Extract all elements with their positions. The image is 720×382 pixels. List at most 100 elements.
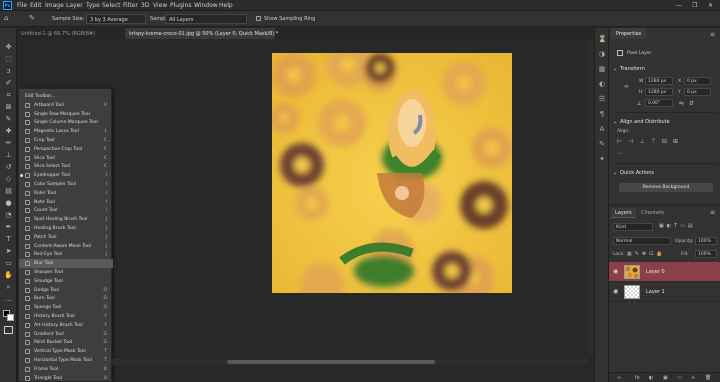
flyout-item[interactable]: Slice Tool C [19, 154, 113, 163]
menu-select[interactable]: Select [102, 2, 121, 9]
menu-image[interactable]: Image [45, 2, 64, 9]
flyout-item[interactable]: Triangle Tool U [19, 374, 113, 382]
flyout-item[interactable]: Vertical Type Mask Tool T [19, 347, 113, 356]
link-layers-icon[interactable]: ∞ [617, 375, 621, 381]
brush-icon[interactable]: ✏ [4, 139, 13, 148]
layer-row-layer-1[interactable]: ◉ Layer 1 [609, 282, 720, 302]
quick-select-icon[interactable]: ✐ [4, 79, 13, 88]
flyout-item[interactable]: Paint Bucket Tool G [19, 338, 113, 347]
layer-mask-icon[interactable]: ▣ [663, 375, 668, 381]
eraser-icon[interactable]: ◇ [4, 175, 13, 184]
flyout-item[interactable]: Slice Select Tool C [19, 162, 113, 171]
quick-actions-toggle-icon[interactable]: ⌄ [613, 170, 617, 176]
menu-help[interactable]: Help [219, 2, 233, 9]
layer-row-layer-0[interactable]: ◉ Layer 0 [609, 262, 720, 282]
color-panel-icon[interactable]: ◑ [598, 50, 606, 58]
stamp-icon[interactable]: ⊥ [4, 151, 13, 160]
flyout-item[interactable]: Single Column Marquee Tool [19, 118, 113, 127]
frame-icon[interactable]: ⊠ [4, 103, 13, 112]
new-group-icon[interactable]: ▭ [677, 375, 682, 381]
document-canvas[interactable] [272, 53, 512, 293]
menu-window[interactable]: Window [194, 2, 218, 9]
layer-name[interactable]: Layer 1 [646, 289, 665, 295]
crop-icon[interactable]: ⌗ [4, 91, 13, 100]
type-icon[interactable]: T [4, 235, 13, 244]
angle-field[interactable]: 0.00° [645, 99, 673, 107]
new-layer-icon[interactable]: + [691, 375, 695, 381]
flyout-item[interactable]: Sponge Tool O [19, 303, 113, 312]
hand-icon[interactable]: ✋ [4, 271, 13, 280]
height-field[interactable]: 1280 px [645, 88, 673, 96]
flyout-item[interactable]: Horizontal Type Mask Tool T [19, 356, 113, 365]
brush-settings-icon[interactable]: ✎ [598, 140, 606, 148]
opacity-field[interactable]: 100% [695, 237, 717, 245]
maximize-icon[interactable]: ❐ [692, 2, 697, 9]
flyout-item[interactable]: Frame Tool K [19, 365, 113, 374]
link-dimensions-icon[interactable]: ∞ [624, 83, 629, 90]
history-panel-icon[interactable]: ⌛ [598, 35, 607, 43]
align-buttons[interactable]: ⊢⊣⊥⊤⊟⊞ [617, 138, 684, 145]
tab-untitled-1[interactable]: Untitled-1 @ 66.7% (RGB/8#) [17, 28, 125, 39]
layer-filter-kind-select[interactable]: Kind [613, 223, 653, 231]
menu-edit[interactable]: Edit [30, 2, 42, 9]
delete-layer-icon[interactable]: 🗑 [705, 375, 711, 381]
shape-icon[interactable]: ▭ [4, 259, 13, 268]
panel-menu-icon[interactable]: ≡ [710, 31, 715, 38]
menu-view[interactable]: View [153, 2, 167, 9]
close-icon[interactable]: ✕ [708, 2, 713, 9]
pen-icon[interactable]: ✒ [4, 223, 13, 232]
flyout-item[interactable]: Spot Healing Brush Tool J [19, 215, 113, 224]
show-sampling-ring-checkbox[interactable] [256, 16, 261, 21]
home-icon[interactable]: ⌂ [4, 14, 8, 22]
align-toggle-icon[interactable]: ⌄ [613, 119, 617, 125]
adjustments-panel-icon[interactable]: ◐ [598, 80, 606, 88]
flyout-item[interactable]: Ruler Tool I [19, 189, 113, 198]
flyout-item[interactable]: Art History Brush Tool Y [19, 321, 113, 330]
menu-file[interactable]: File [17, 2, 27, 9]
flyout-item[interactable]: Gradient Tool G [19, 330, 113, 339]
lasso-icon[interactable]: ↄ [4, 67, 13, 76]
flyout-item[interactable]: Single Row Marquee Tool [19, 110, 113, 119]
flyout-item[interactable]: Note Tool I [19, 198, 113, 207]
panel-menu-icon[interactable]: ≡ [710, 209, 715, 216]
flyout-item[interactable]: Content-Aware Move Tool J [19, 242, 113, 251]
flyout-item[interactable]: History Brush Tool Y [19, 312, 113, 321]
flip-horizontal-icon[interactable]: ⇋ [679, 100, 684, 107]
swatches-panel-icon[interactable]: ▦ [598, 65, 606, 73]
sample-select[interactable]: All Layers [165, 14, 247, 24]
flip-vertical-icon[interactable]: ⇵ [689, 100, 694, 107]
horizontal-scroll-thumb[interactable] [227, 360, 435, 364]
menu-3d[interactable]: 3D [141, 2, 149, 9]
menu-filter[interactable]: Filter [123, 2, 138, 9]
blur-icon[interactable]: ● [4, 199, 13, 208]
visibility-eye-icon[interactable]: ◉ [613, 288, 618, 295]
width-field[interactable]: 1280 px [645, 77, 673, 85]
flyout-item[interactable]: Count Tool I [19, 206, 113, 215]
eyedropper-icon[interactable]: ✎ [4, 115, 13, 124]
flyout-item[interactable]: Burn Tool O [19, 294, 113, 303]
libraries-panel-icon[interactable]: ☰ [598, 95, 606, 103]
blend-mode-select[interactable]: Normal [613, 237, 671, 245]
flyout-item[interactable]: Dodge Tool O [19, 286, 113, 295]
layer-filter-icons[interactable]: ▣◐T▭▤ [659, 223, 696, 229]
healing-icon[interactable]: ✚ [4, 127, 13, 136]
character-panel-icon[interactable]: A [598, 125, 606, 133]
flyout-item[interactable]: Eyedropper Tool I [19, 171, 113, 180]
marquee-icon[interactable]: ⬚ [4, 55, 13, 64]
more-icon[interactable]: … [4, 295, 13, 304]
path-select-icon[interactable]: ➤ [4, 247, 13, 256]
paragraph-panel-icon[interactable]: ¶ [598, 110, 606, 118]
sample-size-select[interactable]: 3 by 3 Average [86, 14, 146, 24]
tab-properties[interactable]: Properties [611, 28, 647, 39]
flyout-item[interactable]: Edit Toolbar... [19, 92, 113, 101]
flyout-item[interactable]: Sharpen Tool [19, 268, 113, 277]
background-color-swatch[interactable] [7, 314, 14, 321]
flyout-item[interactable]: Patch Tool J [19, 233, 113, 242]
tab-channels[interactable]: Channels [637, 208, 668, 218]
styles-panel-icon[interactable]: ✦ [598, 155, 606, 163]
fill-field[interactable]: 100% [695, 250, 717, 258]
visibility-eye-icon[interactable]: ◉ [613, 268, 618, 275]
flyout-item[interactable]: Magnetic Lasso Tool L [19, 127, 113, 136]
photoshop-logo-icon[interactable]: Ps [3, 1, 12, 10]
transform-toggle-icon[interactable]: ⌄ [613, 66, 617, 72]
